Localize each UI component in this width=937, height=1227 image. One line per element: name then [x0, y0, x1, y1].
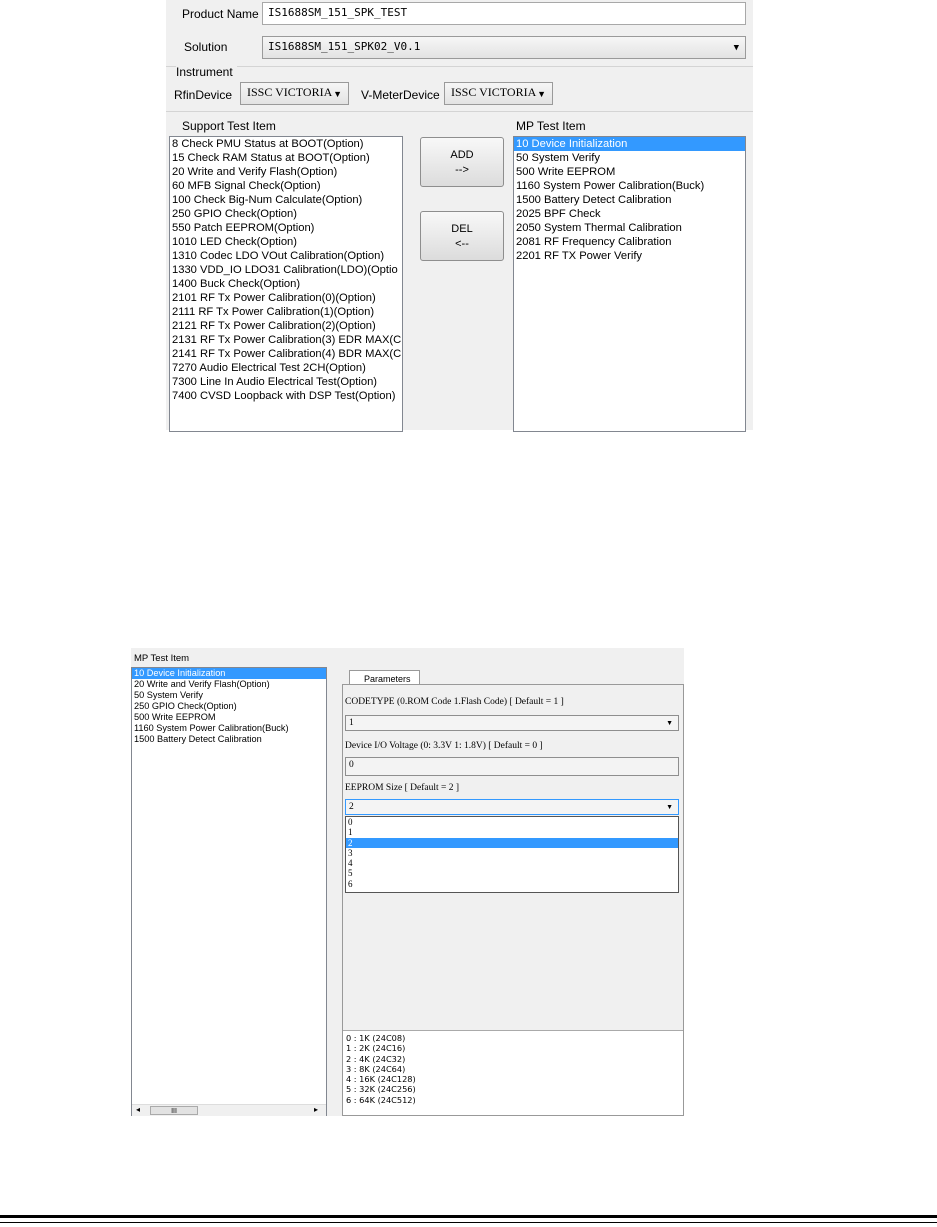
- support-test-item-header: Support Test Item: [182, 119, 276, 133]
- list-item[interactable]: 50 System Verify: [132, 690, 326, 701]
- list-item[interactable]: 250 GPIO Check(Option): [132, 701, 326, 712]
- dropdown-option[interactable]: 3: [346, 848, 678, 858]
- list-item[interactable]: 10 Device Initialization: [132, 668, 326, 679]
- scroll-left-icon[interactable]: ◂: [136, 1105, 140, 1114]
- list-item[interactable]: 2111 RF Tx Power Calibration(1)(Option): [170, 305, 402, 319]
- scroll-right-icon[interactable]: ▸: [314, 1105, 318, 1114]
- list-item[interactable]: 15 Check RAM Status at BOOT(Option): [170, 151, 402, 165]
- instrument-group-label: Instrument: [176, 65, 237, 79]
- list-item[interactable]: 100 Check Big-Num Calculate(Option): [170, 193, 402, 207]
- eeprom-size-dropdown[interactable]: 2 ▼: [345, 799, 679, 815]
- list-item[interactable]: 1330 VDD_IO LDO31 Calibration(LDO)(Optio: [170, 263, 402, 277]
- list-item[interactable]: 2201 RF TX Power Verify: [514, 249, 745, 263]
- list-item[interactable]: 1500 Battery Detect Calibration: [514, 193, 745, 207]
- codetype-dropdown[interactable]: 1 ▼: [345, 715, 679, 731]
- list-item[interactable]: 1310 Codec LDO VOut Calibration(Option): [170, 249, 402, 263]
- vmeter-device-dropdown[interactable]: ISSC VICTORIA ▼: [444, 82, 553, 105]
- list-item[interactable]: 500 Write EEPROM: [514, 165, 745, 179]
- list-item[interactable]: 2025 BPF Check: [514, 207, 745, 221]
- list-item[interactable]: 1160 System Power Calibration(Buck): [514, 179, 745, 193]
- footer-rule-thick: [0, 1215, 937, 1218]
- list-item[interactable]: 2081 RF Frequency Calibration: [514, 235, 745, 249]
- dropdown-option[interactable]: 0: [346, 817, 678, 827]
- product-name-field[interactable]: IS1688SM_151_SPK_TEST: [262, 2, 746, 25]
- test-config-window: Product Name IS1688SM_151_SPK_TEST Solut…: [166, 0, 753, 432]
- eeprom-size-description: 0 : 1K (24C08) 1 : 2K (24C16) 2 : 4K (24C3…: [343, 1030, 683, 1115]
- list-item[interactable]: 2101 RF Tx Power Calibration(0)(Option): [170, 291, 402, 305]
- eeprom-size-label: EEPROM Size [ Default = 2 ]: [345, 783, 460, 793]
- add-button-label: ADD -->: [450, 149, 474, 176]
- eeprom-size-options[interactable]: 0123456: [345, 816, 679, 893]
- list-item[interactable]: 2121 RF Tx Power Calibration(2)(Option): [170, 319, 402, 333]
- chevron-down-icon: ▼: [733, 42, 739, 53]
- description-line: 2 : 4K (24C32): [346, 1053, 406, 1064]
- list-item[interactable]: 7270 Audio Electrical Test 2CH(Option): [170, 361, 402, 375]
- description-line: 6 : 64K (24C512): [346, 1094, 416, 1105]
- parameters-panel: CODETYPE (0.ROM Code 1.Flash Code) [ Def…: [342, 684, 684, 1116]
- chevron-down-icon: ▼: [666, 719, 673, 727]
- list-item[interactable]: 7400 CVSD Loopback with DSP Test(Option): [170, 389, 402, 403]
- description-line: 3 : 8K (24C64): [346, 1063, 406, 1074]
- chevron-down-icon: ▼: [666, 803, 673, 811]
- dropdown-option[interactable]: 5: [346, 868, 678, 878]
- description-line: 1 : 2K (24C16): [346, 1043, 406, 1054]
- tab-parameters-label: Parameters: [364, 674, 411, 684]
- horizontal-scrollbar[interactable]: ◂ III ▸: [132, 1104, 326, 1116]
- list-item[interactable]: 10 Device Initialization: [514, 137, 745, 151]
- eeprom-size-value: 2: [349, 802, 354, 812]
- list-item[interactable]: 7300 Line In Audio Electrical Test(Optio…: [170, 375, 402, 389]
- vmeter-device-label: V-MeterDevice: [361, 88, 440, 102]
- list-item[interactable]: 1400 Buck Check(Option): [170, 277, 402, 291]
- footer-rule-thin: [0, 1222, 937, 1223]
- solution-label: Solution: [184, 40, 228, 54]
- del-button-label: DEL <--: [451, 223, 473, 250]
- list-item[interactable]: 8 Check PMU Status at BOOT(Option): [170, 137, 402, 151]
- product-name-label: Product Name: [182, 7, 259, 21]
- divider: [166, 66, 753, 67]
- chevron-down-icon: ▼: [537, 88, 546, 99]
- list-item[interactable]: 2141 RF Tx Power Calibration(4) BDR MAX(…: [170, 347, 402, 361]
- list-item[interactable]: 20 Write and Verify Flash(Option): [132, 679, 326, 690]
- rfin-device-dropdown[interactable]: ISSC VICTORIA ▼: [240, 82, 349, 105]
- chevron-down-icon: ▼: [333, 88, 342, 99]
- mp-test-item-list[interactable]: 10 Device Initialization 20 Write and Ver…: [131, 667, 327, 1116]
- parameters-window: MP Test Item 10 Device Initialization 20 …: [131, 648, 684, 1116]
- rfin-device-label: RfinDevice: [174, 88, 233, 102]
- list-item[interactable]: 550 Patch EEPROM(Option): [170, 221, 402, 235]
- divider: [166, 111, 753, 112]
- solution-value: IS1688SM_151_SPK02_V0.1: [268, 40, 421, 53]
- list-item[interactable]: 2131 RF Tx Power Calibration(3) EDR MAX(…: [170, 333, 402, 347]
- description-line: 0 : 1K (24C08): [346, 1033, 406, 1043]
- description-line: 5 : 32K (24C256): [346, 1084, 416, 1095]
- mp-test-item-list[interactable]: 10 Device Initialization 50 System Verify…: [513, 136, 746, 432]
- list-item[interactable]: 1160 System Power Calibration(Buck): [132, 723, 326, 734]
- list-item[interactable]: 500 Write EEPROM: [132, 712, 326, 723]
- list-item[interactable]: 1500 Battery Detect Calibration: [132, 734, 326, 745]
- vmeter-device-value: ISSC VICTORIA: [451, 85, 537, 99]
- add-button[interactable]: ADD -->: [420, 137, 504, 187]
- list-item[interactable]: 250 GPIO Check(Option): [170, 207, 402, 221]
- voltage-field[interactable]: 0: [345, 757, 679, 776]
- list-item[interactable]: 50 System Verify: [514, 151, 745, 165]
- list-item[interactable]: 20 Write and Verify Flash(Option): [170, 165, 402, 179]
- dropdown-option[interactable]: 2: [346, 837, 678, 848]
- dropdown-option[interactable]: 6: [346, 879, 678, 889]
- mp-test-item-header: MP Test Item: [134, 653, 190, 664]
- list-item[interactable]: 2050 System Thermal Calibration: [514, 221, 745, 235]
- list-item[interactable]: 1010 LED Check(Option): [170, 235, 402, 249]
- solution-dropdown[interactable]: IS1688SM_151_SPK02_V0.1 ▼: [262, 36, 746, 59]
- rfin-device-value: ISSC VICTORIA: [247, 85, 333, 99]
- dropdown-option[interactable]: 1: [346, 827, 678, 837]
- codetype-value: 1: [349, 718, 354, 728]
- mp-test-item-header: MP Test Item: [516, 119, 586, 133]
- support-test-item-list[interactable]: 8 Check PMU Status at BOOT(Option) 15 Che…: [169, 136, 403, 432]
- voltage-label: Device I/O Voltage (0: 3.3V 1: 1.8V) [ D…: [345, 741, 543, 751]
- codetype-label: CODETYPE (0.ROM Code 1.Flash Code) [ Def…: [345, 697, 564, 707]
- dropdown-option[interactable]: 4: [346, 858, 678, 868]
- del-button[interactable]: DEL <--: [420, 211, 504, 261]
- scroll-thumb-grip: III: [171, 1108, 177, 1115]
- scroll-thumb[interactable]: III: [150, 1106, 198, 1115]
- description-line: 4 : 16K (24C128): [346, 1074, 416, 1085]
- list-item[interactable]: 60 MFB Signal Check(Option): [170, 179, 402, 193]
